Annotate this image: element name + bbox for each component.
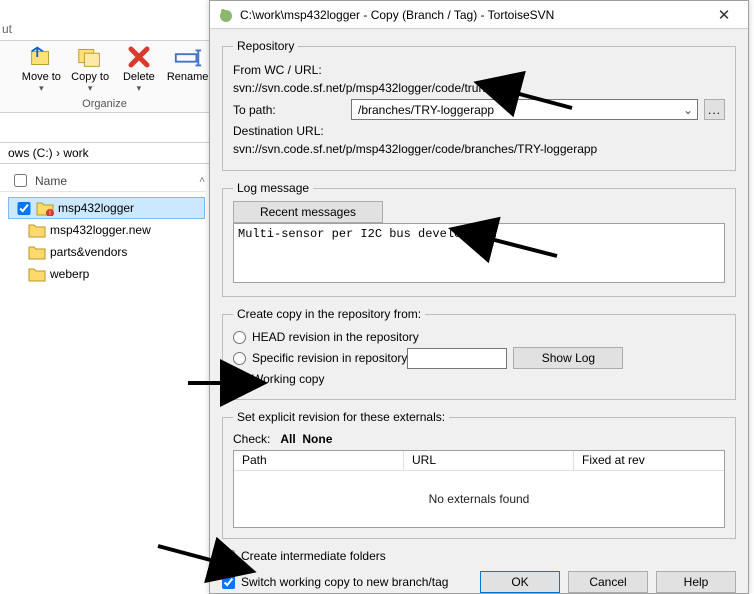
create-intermediate-checkbox[interactable] (222, 550, 235, 563)
destination-url-value: svn://svn.code.sf.net/p/msp432logger/cod… (233, 142, 725, 156)
externals-check-label: Check: (233, 432, 270, 446)
head-revision-radio[interactable] (233, 331, 246, 344)
repository-legend: Repository (233, 39, 298, 53)
to-path-combo[interactable]: /branches/TRY-loggerapp ⌄ (351, 99, 698, 120)
chevron-down-icon: ▾ (88, 83, 93, 94)
chevron-down-icon[interactable]: ⌄ (679, 103, 697, 117)
list-item[interactable]: ! msp432logger (8, 197, 205, 219)
help-button[interactable]: Help (656, 571, 736, 593)
sort-arrow-icon: ˄ (199, 175, 205, 186)
chevron-down-icon: ▾ (39, 83, 44, 94)
ribbon: Move to ▾ Copy to ▾ Delete ▾ Rename Orga… (0, 40, 215, 113)
breadcrumb-text: ows (C:) › work (8, 146, 89, 160)
switch-wc-checkbox[interactable] (222, 576, 235, 589)
from-url-value: svn://svn.code.sf.net/p/msp432logger/cod… (233, 81, 725, 95)
specific-revision-input[interactable] (407, 348, 507, 369)
head-revision-label: HEAD revision in the repository (252, 330, 419, 344)
browse-button[interactable]: ... (704, 99, 725, 120)
externals-none-link[interactable]: None (302, 432, 332, 446)
list-item[interactable]: weberp (8, 263, 205, 285)
log-message-group: Log message Recent messages (222, 181, 736, 297)
column-header-name[interactable]: Name ˄ (0, 170, 205, 192)
column-header-label: Name (35, 174, 67, 188)
list-item[interactable]: msp432logger.new (8, 219, 205, 241)
ribbon-group-label: Organize (0, 98, 209, 110)
copy-to-button[interactable]: Copy to ▾ (69, 45, 112, 94)
move-to-label: Move to (22, 71, 61, 83)
log-message-legend: Log message (233, 181, 313, 195)
cancel-button[interactable]: Cancel (568, 571, 648, 593)
ok-button[interactable]: OK (480, 571, 560, 593)
to-path-label: To path: (233, 103, 351, 117)
item-label: msp432logger.new (50, 223, 151, 237)
externals-legend: Set explicit revision for these external… (233, 410, 449, 424)
recent-messages-button[interactable]: Recent messages (233, 201, 383, 223)
destination-url-label: Destination URL: (233, 124, 725, 138)
externals-col-fixed[interactable]: Fixed at rev (574, 451, 724, 470)
repository-group: Repository From WC / URL: svn://svn.code… (222, 39, 736, 171)
ribbon-tab-cut: ut (0, 22, 12, 36)
item-label: parts&vendors (50, 245, 127, 259)
delete-label: Delete (123, 71, 155, 83)
item-checkbox[interactable] (17, 202, 31, 215)
externals-table: Path URL Fixed at rev No externals found (233, 450, 725, 528)
rename-button[interactable]: Rename (166, 45, 209, 83)
titlebar-text: C:\work\msp432logger - Copy (Branch / Ta… (240, 8, 704, 22)
externals-col-path[interactable]: Path (234, 451, 404, 470)
tortoisesvn-icon (218, 7, 234, 23)
delete-button[interactable]: Delete ▾ (118, 45, 161, 94)
externals-all-link[interactable]: All (280, 432, 295, 446)
from-url-label: From WC / URL: (233, 63, 351, 77)
log-message-input[interactable] (233, 223, 725, 283)
folder-icon (28, 222, 46, 238)
working-copy-radio[interactable] (233, 373, 246, 386)
move-to-button[interactable]: Move to ▾ (20, 45, 63, 94)
folder-icon (28, 244, 46, 260)
copy-to-label: Copy to (71, 71, 109, 83)
chevron-down-icon: ▾ (137, 83, 142, 94)
item-label: weberp (50, 267, 89, 281)
switch-wc-label: Switch working copy to new branch/tag (241, 575, 448, 589)
externals-group: Set explicit revision for these external… (222, 410, 736, 539)
item-label: msp432logger (58, 201, 134, 215)
rename-label: Rename (167, 71, 209, 83)
branch-tag-dialog: C:\work\msp432logger - Copy (Branch / Ta… (209, 0, 749, 594)
select-all-checkbox[interactable] (14, 174, 27, 187)
create-copy-group: Create copy in the repository from: HEAD… (222, 307, 736, 400)
close-button[interactable]: ✕ (704, 6, 744, 24)
working-copy-label: Working copy (252, 372, 324, 386)
specific-revision-label: Specific revision in repository (252, 351, 407, 365)
folder-icon (28, 266, 46, 282)
create-intermediate-label: Create intermediate folders (241, 549, 386, 563)
create-copy-legend: Create copy in the repository from: (233, 307, 425, 321)
specific-revision-radio[interactable] (233, 352, 246, 365)
externals-empty: No externals found (234, 471, 724, 527)
to-path-value: /branches/TRY-loggerapp (352, 103, 679, 117)
folder-list: ! msp432logger msp432logger.new parts&vendo… (8, 197, 205, 285)
show-log-button[interactable]: Show Log (513, 347, 623, 369)
folder-icon: ! (36, 200, 54, 216)
list-item[interactable]: parts&vendors (8, 241, 205, 263)
externals-col-url[interactable]: URL (404, 451, 574, 470)
breadcrumb[interactable]: ows (C:) › work (0, 142, 215, 164)
titlebar: C:\work\msp432logger - Copy (Branch / Ta… (210, 1, 748, 29)
